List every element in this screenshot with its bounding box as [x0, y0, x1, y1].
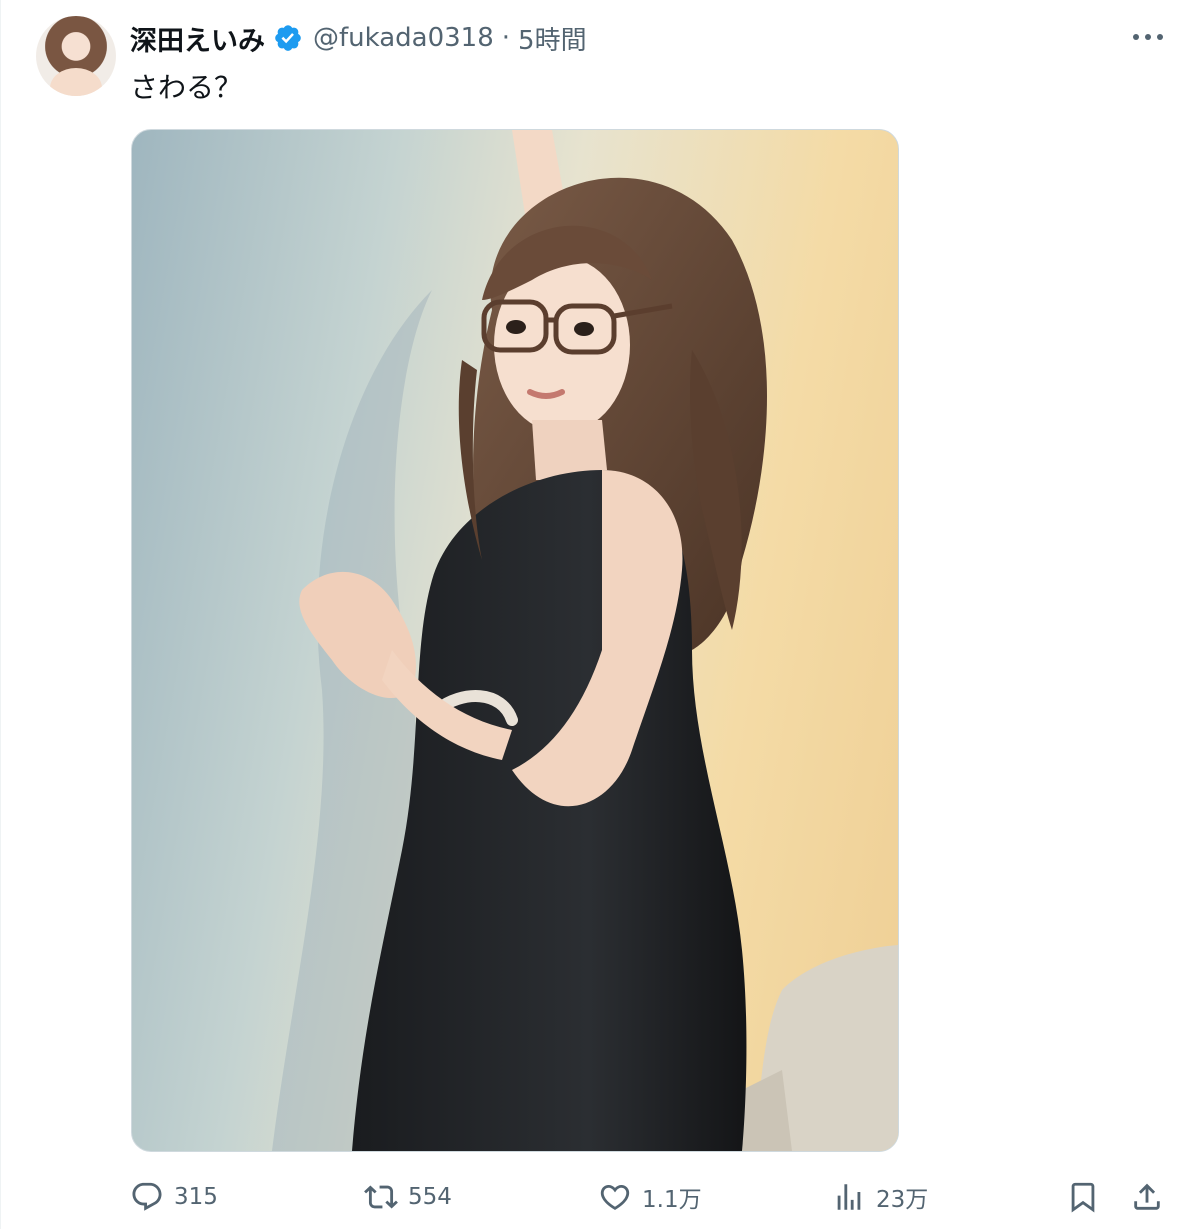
share-button[interactable]: [1130, 1172, 1164, 1222]
photo-illustration: [272, 130, 898, 1151]
retweet-icon: [364, 1185, 398, 1209]
separator: ·: [501, 23, 511, 53]
timestamp[interactable]: 5時間: [518, 20, 587, 57]
retweet-count: 554: [408, 1184, 452, 1210]
analytics-icon: [837, 1184, 861, 1210]
more-icon[interactable]: [1130, 22, 1166, 52]
like-button[interactable]: 1.1万: [598, 1172, 702, 1222]
share-icon: [1134, 1183, 1160, 1210]
retweet-button[interactable]: 554: [364, 1172, 452, 1222]
tweet-header: 深田えいみ @fukada0318 · 5時間: [130, 19, 587, 57]
reply-count: 315: [174, 1184, 218, 1210]
tweet[interactable]: 深田えいみ @fukada0318 · 5時間 さわる？ 315 554 1.1…: [0, 0, 1197, 1229]
views-count: 23万: [876, 1187, 929, 1213]
bookmark-button[interactable]: [1066, 1172, 1100, 1222]
avatar-shoulder: [50, 68, 102, 96]
handle[interactable]: @fukada0318: [313, 23, 494, 53]
bookmark-icon: [1071, 1182, 1095, 1213]
like-count: 1.1万: [642, 1187, 702, 1213]
tweet-photo[interactable]: [131, 129, 899, 1152]
verified-badge-icon[interactable]: [273, 23, 303, 53]
reply-button[interactable]: 315: [130, 1172, 218, 1222]
action-bar: 315 554 1.1万 23万: [130, 1172, 1170, 1222]
avatar[interactable]: [36, 16, 116, 96]
heart-icon: [600, 1184, 630, 1210]
display-name[interactable]: 深田えいみ: [130, 19, 265, 58]
views-button[interactable]: 23万: [832, 1172, 928, 1222]
reply-icon: [132, 1182, 162, 1211]
tweet-text: さわる？: [130, 71, 243, 104]
